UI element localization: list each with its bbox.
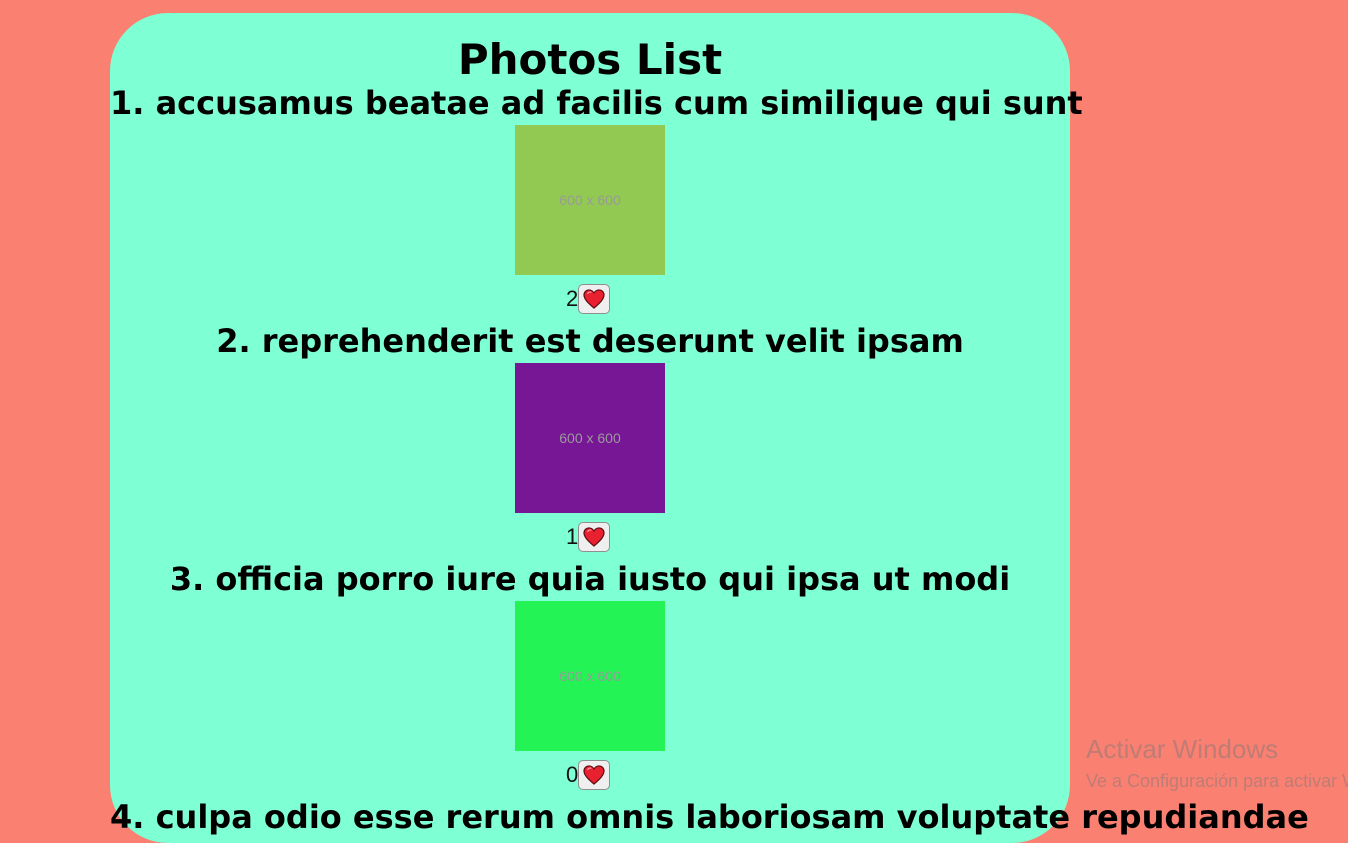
likes-row: 0 (566, 759, 611, 791)
like-button[interactable] (578, 760, 611, 790)
thumbnail-label: 600 x 600 (559, 430, 621, 446)
heart-icon (583, 289, 605, 309)
watermark-title: Activar Windows (1086, 734, 1279, 764)
like-button[interactable] (578, 522, 611, 552)
likes-row: 2 (566, 283, 611, 315)
heart-icon (583, 765, 605, 785)
photo-thumbnail: 600 x 600 (515, 125, 665, 275)
photo-title: 2. reprehenderit est deserunt velit ipsa… (216, 322, 964, 360)
photo-thumbnail: 600 x 600 (515, 363, 665, 513)
heart-icon (583, 527, 605, 547)
photo-thumbnail: 600 x 600 (515, 601, 665, 751)
thumbnail-label: 600 x 600 (559, 192, 621, 208)
photo-title: 4. culpa odio esse rerum omnis laboriosa… (110, 798, 1309, 836)
like-button[interactable] (578, 284, 611, 314)
watermark-subtitle: Ve a Configuración para activar Windows. (1086, 771, 1348, 791)
activate-windows-watermark: Activar Windows Ve a Configuración para … (1086, 733, 1348, 793)
thumbnail-label: 600 x 600 (559, 668, 621, 684)
photo-title: 1. accusamus beatae ad facilis cum simil… (110, 84, 1083, 122)
photo-title: 3. officia porro iure quia iusto qui ips… (169, 560, 1011, 598)
likes-row: 1 (566, 521, 611, 553)
like-count: 0 (566, 762, 579, 787)
photos-card: Photos List 1. accusamus beatae ad facil… (110, 13, 1309, 843)
page-title: Photos List (457, 35, 723, 84)
like-count: 2 (566, 286, 579, 311)
like-count: 1 (566, 524, 579, 549)
